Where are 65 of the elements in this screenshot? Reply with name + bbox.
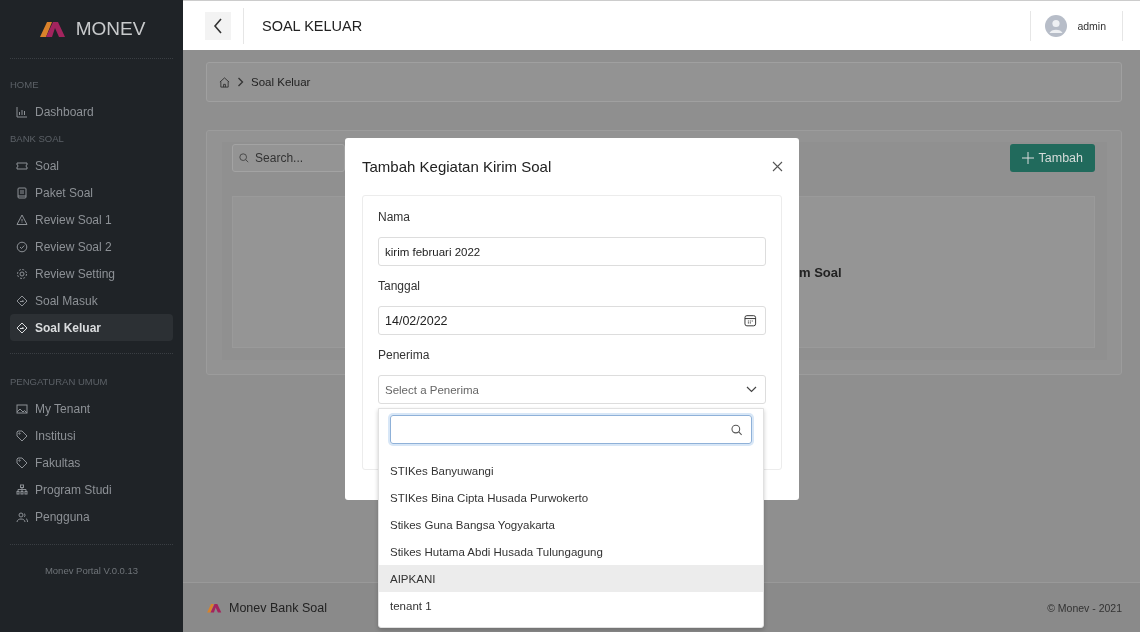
breadcrumb-item[interactable]: Soal Keluar — [251, 76, 311, 88]
brand-name: MONEV — [75, 18, 146, 40]
user-menu[interactable]: admin — [1030, 10, 1123, 41]
sidebar-item[interactable]: Soal Keluar — [10, 314, 173, 341]
logo-icon — [37, 19, 68, 39]
section-heading: PENGATURAN UMUM — [10, 376, 109, 387]
version-text: Monev Portal V.0.0.13 — [43, 565, 140, 576]
section-heading: HOME — [10, 79, 40, 90]
page-title: SOAL KELUAR — [262, 17, 363, 34]
diamond-icon — [16, 294, 28, 307]
sidebar-item[interactable]: My Tenant — [10, 395, 173, 422]
sidebar-item[interactable]: Fakultas — [10, 449, 173, 476]
dropdown-option[interactable]: STIKes Bina Cipta Husada Purwokerto — [379, 484, 763, 511]
search-field[interactable]: Search... — [232, 144, 345, 172]
select-field[interactable]: Select a Penerima — [378, 375, 766, 404]
search-icon — [239, 152, 250, 164]
gear-icon — [16, 267, 28, 280]
date-field[interactable]: 14/02/2022 — [378, 306, 766, 335]
sidebar-item[interactable]: Program Studi — [10, 476, 173, 503]
dropdown-option[interactable]: AIPKANI — [379, 565, 763, 592]
dropdown-search-field[interactable] — [390, 415, 752, 444]
dropdown-option[interactable]: STIKes Banyuwangi — [379, 457, 763, 484]
tag-icon — [16, 429, 28, 442]
sidebar-item[interactable]: Dashboard — [10, 98, 173, 125]
tag-icon — [16, 456, 28, 469]
sidebar-item[interactable]: Institusi — [10, 422, 173, 449]
book-icon — [16, 186, 28, 199]
chevron-down-icon — [746, 386, 757, 393]
sidebar-item[interactable]: Soal — [10, 152, 173, 179]
image-icon — [16, 402, 28, 415]
sidebar-item[interactable]: Review Soal 1 — [10, 206, 173, 233]
sidebar-item[interactable]: Review Soal 2 — [10, 233, 173, 260]
calendar-icon — [744, 314, 757, 327]
ticket-icon — [16, 159, 28, 172]
back-button[interactable] — [205, 11, 231, 40]
tree-icon — [16, 483, 28, 496]
add-button[interactable]: Tambah — [1009, 144, 1095, 172]
users-icon — [16, 510, 28, 523]
search-icon — [731, 423, 743, 436]
modal-title: Tambah Kegiatan Kirim Soal — [362, 158, 552, 175]
chevron-left-icon — [213, 17, 223, 34]
footer-brand: Monev Bank Soal — [229, 600, 327, 615]
sidebar-item[interactable]: Soal Masuk — [10, 287, 173, 314]
diamond-icon — [16, 321, 28, 334]
dropdown-option[interactable]: Stikes Hutama Abdi Husada Tulungagung — [379, 538, 763, 565]
plus-icon — [1021, 152, 1034, 164]
field-label: Nama — [378, 210, 410, 224]
home-icon[interactable] — [219, 76, 230, 88]
sidebar-item[interactable]: Review Setting — [10, 260, 173, 287]
empty-message: m Soal — [799, 264, 842, 280]
check-icon — [16, 240, 28, 253]
warning-icon — [16, 213, 28, 226]
field-label: Penerima — [378, 348, 430, 362]
sidebar-item[interactable]: Pengguna — [10, 503, 173, 530]
dropdown-option[interactable]: Stikes Guna Bangsa Yogyakarta — [379, 511, 763, 538]
avatar-icon — [1045, 14, 1068, 37]
sidebar-item[interactable]: Paket Soal — [10, 179, 173, 206]
field-label: Tanggal — [378, 279, 421, 293]
chart-icon — [16, 105, 28, 118]
dropdown-option[interactable]: tenant 1 — [379, 592, 763, 619]
chevron-right-icon — [237, 77, 244, 87]
text-field[interactable]: kirim februari 2022 — [378, 237, 766, 266]
close-icon — [771, 161, 783, 172]
logo-icon — [206, 601, 223, 614]
copyright-text: © Monev - 2021 — [1047, 601, 1122, 614]
